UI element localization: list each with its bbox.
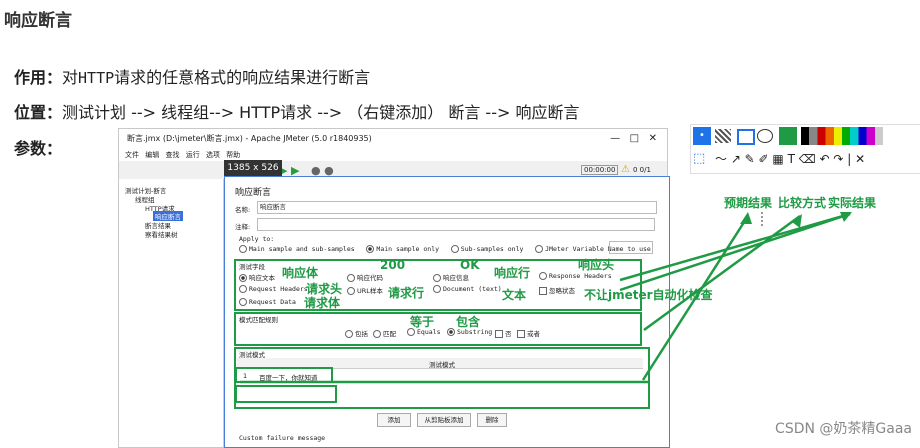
arrowhead-compare bbox=[792, 214, 802, 228]
annotation-arrows bbox=[240, 212, 852, 384]
arrowhead-expected bbox=[740, 212, 752, 224]
arrow-actual-2 bbox=[619, 212, 851, 292]
arrow-expected bbox=[641, 215, 750, 381]
arrow-compare bbox=[643, 214, 801, 332]
watermark: CSDN @奶茶精Gaaa bbox=[775, 421, 912, 437]
arrow-actual bbox=[619, 212, 851, 282]
